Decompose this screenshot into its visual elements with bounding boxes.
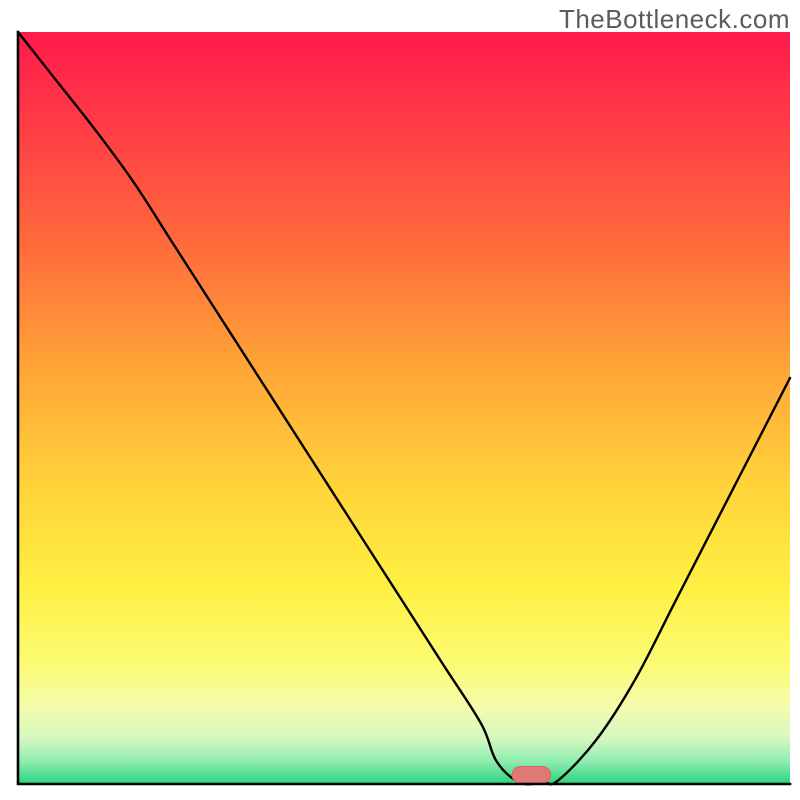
gradient-background	[18, 32, 790, 784]
chart-frame: TheBottleneck.com	[0, 0, 800, 800]
optimal-marker	[512, 766, 551, 783]
bottleneck-chart	[0, 0, 800, 800]
